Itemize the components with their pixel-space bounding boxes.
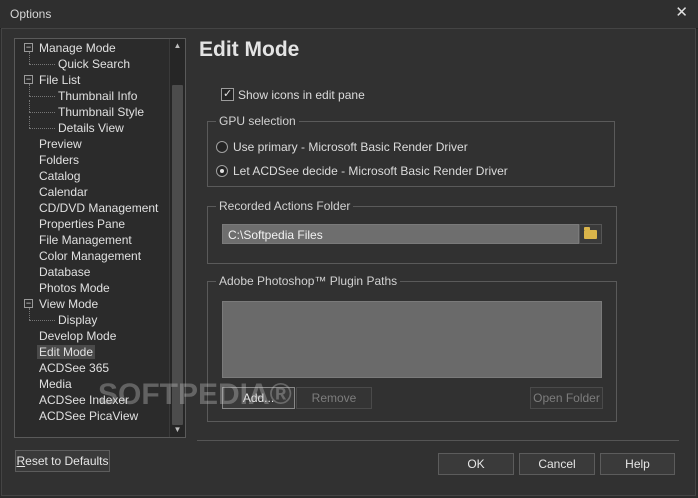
tree-item-label: Database: [39, 265, 91, 279]
tree-item-label: Folders: [39, 153, 80, 167]
tree-item-label: Display: [58, 313, 98, 327]
tree-item-label: ACDSee 365: [39, 361, 110, 375]
tree-item[interactable]: Catalog: [39, 168, 80, 184]
tree-item-label: CD/DVD Management: [39, 201, 159, 215]
radio-primary[interactable]: [216, 141, 228, 153]
tree-item[interactable]: View Mode: [39, 296, 98, 312]
reset-label: eset to Defaults: [25, 454, 109, 468]
gpu-option-primary[interactable]: Use primary - Microsoft Basic Render Dri…: [216, 139, 468, 155]
radio-auto[interactable]: [216, 165, 228, 177]
tree-item[interactable]: Details View: [58, 120, 124, 136]
tree-item-label: Catalog: [39, 169, 81, 183]
page-title: Edit Mode: [199, 38, 300, 61]
tree-connector: [29, 308, 30, 320]
tree-item-label: Photos Mode: [39, 281, 110, 295]
tree-connector: [29, 52, 30, 64]
collapse-icon[interactable]: −: [24, 75, 33, 84]
tree-item[interactable]: Develop Mode: [39, 328, 116, 344]
tree-item[interactable]: Manage Mode: [39, 40, 116, 56]
gpu-option-auto[interactable]: Let ACDSee decide - Microsoft Basic Rend…: [216, 163, 508, 179]
tree-item[interactable]: Folders: [39, 152, 79, 168]
gpu-option-primary-label: Use primary - Microsoft Basic Render Dri…: [233, 140, 468, 154]
tree-connector: [29, 116, 30, 128]
folder-icon: [584, 227, 597, 239]
show-icons-option[interactable]: Show icons in edit pane: [221, 86, 365, 103]
tree-item-label: Details View: [58, 121, 124, 135]
reset-defaults-button[interactable]: Reset to Defaults: [15, 450, 110, 472]
tree-item[interactable]: Display: [58, 312, 97, 328]
tree-connector: [29, 64, 55, 65]
title-bar: Options ✕: [0, 0, 698, 29]
tree-item[interactable]: File List: [39, 72, 80, 88]
tree-connector: [29, 112, 55, 113]
tree-item-label: Media: [39, 377, 72, 391]
remove-button[interactable]: Remove: [296, 387, 372, 409]
tree-item[interactable]: Edit Mode: [37, 344, 96, 360]
tree-connector: [29, 320, 55, 321]
tree-item[interactable]: Media: [39, 376, 72, 392]
tree-item[interactable]: Photos Mode: [39, 280, 110, 296]
actions-group-label: Recorded Actions Folder: [216, 199, 354, 213]
browse-folder-button[interactable]: [579, 224, 602, 244]
footer-separator: [197, 440, 679, 441]
tree-item-label: Develop Mode: [39, 329, 117, 343]
tree-item-label: Preview: [39, 137, 82, 151]
tree-item[interactable]: Properties Pane: [39, 216, 125, 232]
close-icon[interactable]: ✕: [675, 5, 688, 21]
gpu-option-auto-label: Let ACDSee decide - Microsoft Basic Rend…: [233, 164, 508, 178]
tree-item-label: View Mode: [39, 297, 99, 311]
tree-item[interactable]: Quick Search: [58, 56, 130, 72]
show-icons-checkbox[interactable]: [221, 86, 234, 102]
tree-connector: [29, 84, 30, 96]
tree-item[interactable]: File Management: [39, 232, 132, 248]
tree-item-label: Properties Pane: [39, 217, 126, 231]
tree-item-label: File List: [39, 73, 81, 87]
watermark: SOFTPEDIA®: [98, 378, 292, 411]
scroll-up-icon[interactable]: ▲: [170, 39, 185, 53]
open-folder-button[interactable]: Open Folder: [530, 387, 603, 409]
tree-item-label: Color Management: [39, 249, 142, 263]
tree-item-label: Edit Mode: [37, 345, 96, 359]
tree-item-label: Quick Search: [58, 57, 131, 71]
tree-item[interactable]: Color Management: [39, 248, 141, 264]
tree-item[interactable]: Thumbnail Info: [58, 88, 137, 104]
plugin-paths-list[interactable]: [222, 301, 602, 378]
actions-folder-field[interactable]: C:\Softpedia Files: [222, 224, 579, 244]
tree-item[interactable]: Database: [39, 264, 90, 280]
tree-item[interactable]: Calendar: [39, 184, 88, 200]
plugin-group-label: Adobe Photoshop™ Plugin Paths: [216, 274, 401, 288]
scroll-down-icon[interactable]: ▼: [170, 423, 185, 437]
tree-item-label: Calendar: [39, 185, 88, 199]
tree-connector: [29, 128, 55, 129]
tree-item[interactable]: CD/DVD Management: [39, 200, 158, 216]
reset-mnemonic: R: [16, 454, 26, 468]
collapse-icon[interactable]: −: [24, 299, 33, 308]
cancel-button[interactable]: Cancel: [519, 453, 595, 475]
gpu-group-label: GPU selection: [216, 114, 299, 128]
tree-item-label: Thumbnail Info: [58, 89, 138, 103]
ok-button[interactable]: OK: [438, 453, 514, 475]
scroll-thumb[interactable]: [172, 85, 183, 425]
tree-item[interactable]: Preview: [39, 136, 82, 152]
tree-item[interactable]: Thumbnail Style: [58, 104, 144, 120]
tree-item[interactable]: ACDSee 365: [39, 360, 109, 376]
help-button[interactable]: Help: [600, 453, 675, 475]
tree-item-label: Thumbnail Style: [58, 105, 145, 119]
show-icons-label: Show icons in edit pane: [238, 88, 365, 102]
tree-connector: [29, 100, 30, 112]
tree-item-label: File Management: [39, 233, 132, 247]
collapse-icon[interactable]: −: [24, 43, 33, 52]
tree-item-label: Manage Mode: [39, 41, 116, 55]
tree-connector: [29, 96, 55, 97]
window-title: Options: [10, 7, 52, 21]
